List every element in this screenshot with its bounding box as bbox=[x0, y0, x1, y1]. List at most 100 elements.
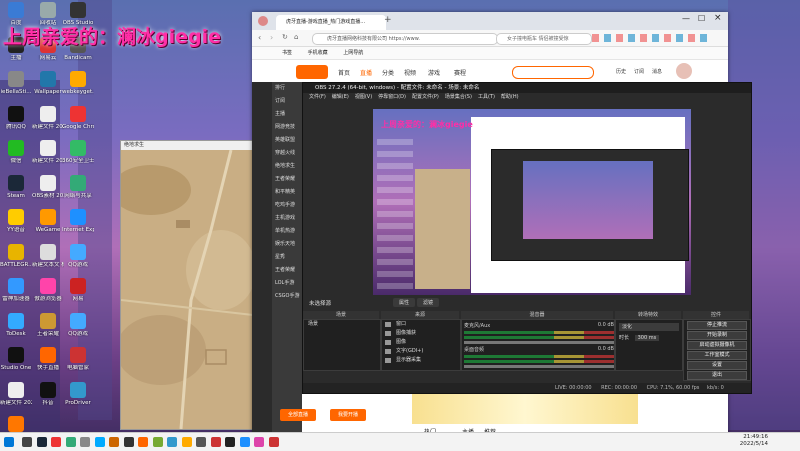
obs-window[interactable]: OBS 27.2.4 (64-bit, windows) - 配置文件: 未命名… bbox=[302, 82, 752, 394]
extension-icons[interactable] bbox=[592, 34, 712, 42]
desktop-icon[interactable]: 新建文本文 档.txt bbox=[32, 243, 64, 268]
footer-button-golive[interactable]: 我要开播 bbox=[330, 409, 366, 421]
desktop-icon[interactable]: 抖音 bbox=[32, 381, 64, 406]
category-item[interactable]: 和平精英 bbox=[272, 186, 302, 199]
mixer-channel[interactable]: 麦克风/Aux 0.0 dB bbox=[464, 322, 614, 344]
desktop-icon[interactable]: 新建文件 2021121... bbox=[32, 140, 64, 164]
window-close-icon[interactable]: × bbox=[714, 13, 722, 23]
obs-menu-item[interactable]: 编辑(E) bbox=[332, 94, 349, 100]
desktop-icon[interactable]: 王者荣耀 bbox=[32, 312, 64, 337]
obs-menu-item[interactable]: 工具(T) bbox=[478, 94, 495, 100]
promo-banner[interactable] bbox=[412, 390, 638, 424]
source-item[interactable]: 窗口 bbox=[382, 320, 460, 329]
obs-preview-canvas[interactable]: 上周亲爱的：澜冰giegie bbox=[373, 109, 691, 295]
desktop-icon[interactable]: WeGame bbox=[32, 209, 64, 233]
window-minimize-icon[interactable]: — bbox=[682, 14, 690, 23]
category-item[interactable]: 单机热游 bbox=[272, 225, 302, 238]
desktop-icon[interactable]: OBS素材 2021121... bbox=[32, 174, 64, 199]
new-tab-button[interactable]: + bbox=[384, 15, 392, 25]
source-item[interactable]: 图像 bbox=[382, 338, 460, 347]
desktop-icon[interactable]: webkeyget... bbox=[62, 71, 94, 95]
desktop-icon[interactable]: Internet Explorer bbox=[62, 209, 94, 233]
desktop-icon[interactable]: QQ游戏 bbox=[62, 312, 94, 337]
desktop-icon[interactable]: Wallpaper bbox=[32, 71, 64, 95]
volume-slider[interactable] bbox=[464, 341, 614, 344]
taskbar-app-icon[interactable] bbox=[167, 437, 177, 447]
obs-menu-item[interactable]: 场景集合(S) bbox=[445, 94, 472, 100]
category-item[interactable]: 网游竞技 bbox=[272, 121, 302, 134]
category-item[interactable]: LOL手游 bbox=[272, 277, 302, 290]
desktop-icon[interactable]: 微信 bbox=[0, 140, 32, 164]
huya-logo[interactable] bbox=[296, 65, 328, 79]
controls-panel[interactable]: 停止推流 开始录制 启动虚拟摄像机 工作室模式 设置 退出 bbox=[683, 319, 751, 381]
taskbar-app-icon[interactable] bbox=[196, 437, 206, 447]
obs-menu-item[interactable]: 停靠窗口(D) bbox=[378, 94, 406, 100]
desktop-icon[interactable]: Studio One bbox=[0, 347, 32, 371]
obs-control-button[interactable]: 退出 bbox=[687, 371, 747, 380]
desktop-icon[interactable]: ieBellaSti... bbox=[0, 71, 32, 95]
nav-video[interactable]: 视频 bbox=[404, 68, 416, 77]
desktop-icon[interactable]: 腾讯QQ bbox=[0, 105, 32, 130]
nav-home[interactable]: 首页 bbox=[338, 68, 350, 77]
taskbar-app-icon[interactable] bbox=[51, 437, 61, 447]
desktop-icon[interactable]: Google Chrome bbox=[62, 105, 94, 130]
transition-select[interactable]: 淡化 bbox=[619, 323, 679, 331]
taskbar-app-icon[interactable] bbox=[80, 437, 90, 447]
bookmark-item[interactable]: 书签 bbox=[282, 50, 292, 56]
taskbar-app-icon[interactable] bbox=[210, 437, 221, 447]
category-item[interactable]: 穿越火线 bbox=[272, 147, 302, 160]
duration-input[interactable]: 300 ms bbox=[634, 335, 660, 341]
desktop-icon[interactable]: QQ游戏 bbox=[62, 243, 94, 268]
mixer-channel[interactable]: 桌面音频 0.0 dB bbox=[464, 346, 614, 368]
url-field[interactable]: 虎牙直播网络科技有限公司 https://www. bbox=[312, 33, 498, 45]
taskbar-app-icon[interactable] bbox=[65, 437, 76, 447]
back-icon[interactable]: ‹ bbox=[258, 33, 261, 42]
category-item[interactable]: 王者荣耀 bbox=[272, 264, 302, 277]
nav-live[interactable]: 直播 bbox=[360, 68, 372, 77]
taskbar-app-icon[interactable] bbox=[225, 437, 235, 447]
start-icon[interactable] bbox=[4, 437, 14, 447]
system-clock[interactable]: 21:49:16 2022/5/14 bbox=[740, 434, 768, 448]
desktop-icon[interactable]: Steam bbox=[0, 174, 32, 199]
desktop-icon[interactable]: ProDriver bbox=[62, 381, 94, 406]
taskbar-app-icon[interactable] bbox=[94, 437, 105, 447]
mixer-panel[interactable]: 麦克风/Aux 0.0 dB 桌面音频 0.0 dB bbox=[461, 319, 615, 371]
taskbar-app-icon[interactable] bbox=[254, 437, 264, 447]
taskbar-app-icon[interactable] bbox=[268, 437, 279, 447]
source-item[interactable]: 图像捕获 bbox=[382, 329, 460, 338]
site-search-input[interactable] bbox=[512, 66, 594, 79]
taskbar-app-icon[interactable] bbox=[239, 437, 250, 447]
scenes-panel[interactable]: 场景 bbox=[303, 319, 381, 371]
obs-menu-item[interactable]: 帮助(H) bbox=[501, 94, 519, 100]
nav-games[interactable]: 游戏 bbox=[428, 68, 440, 77]
bookmark-item[interactable]: 上网导航 bbox=[343, 50, 363, 56]
desktop-icon[interactable]: 雷神加速器 bbox=[0, 278, 32, 302]
desktop-icon[interactable]: 新建文件 20211213... bbox=[32, 105, 64, 130]
footer-button-all[interactable]: 全部直播 bbox=[280, 409, 316, 421]
category-item[interactable]: 主机游戏 bbox=[272, 212, 302, 225]
sources-panel[interactable]: 窗口 图像捕获 图像 文字(GDI+) 显示器采集 bbox=[381, 319, 461, 371]
obs-control-button[interactable]: 工作室模式 bbox=[687, 351, 747, 360]
source-item[interactable]: 文字(GDI+) bbox=[382, 347, 460, 356]
category-item[interactable]: 订阅 bbox=[272, 95, 302, 108]
nav-history[interactable]: 历史 bbox=[616, 68, 626, 75]
nav-messages[interactable]: 消息 bbox=[652, 68, 662, 75]
category-item[interactable]: 娱乐天地 bbox=[272, 238, 302, 251]
taskbar-app-icon[interactable] bbox=[138, 437, 148, 447]
bookmark-item[interactable]: 手机收藏 bbox=[308, 50, 328, 56]
nav-subscribe[interactable]: 订阅 bbox=[634, 68, 644, 75]
desktop-icon[interactable]: 电脑管家 bbox=[62, 347, 94, 371]
desktop-icon[interactable]: 网易 bbox=[62, 278, 94, 302]
taskbar-app-icon[interactable] bbox=[22, 437, 32, 447]
taskbar-app-icon[interactable] bbox=[109, 437, 119, 447]
desktop-icon[interactable]: 快手直播 bbox=[32, 347, 64, 371]
obs-control-button[interactable]: 设置 bbox=[687, 361, 747, 370]
taskbar-app-icon[interactable] bbox=[36, 437, 47, 447]
refresh-icon[interactable]: ↻ bbox=[282, 33, 288, 41]
browser-profile-avatar[interactable] bbox=[258, 16, 268, 26]
filters-button[interactable]: 滤镜 bbox=[417, 298, 440, 307]
desktop-icon[interactable]: YY语音 bbox=[0, 209, 32, 233]
obs-control-button[interactable]: 启动虚拟摄像机 bbox=[687, 341, 747, 350]
category-item[interactable]: 排行 bbox=[272, 82, 302, 95]
category-item[interactable]: 英雄联盟 bbox=[272, 134, 302, 147]
